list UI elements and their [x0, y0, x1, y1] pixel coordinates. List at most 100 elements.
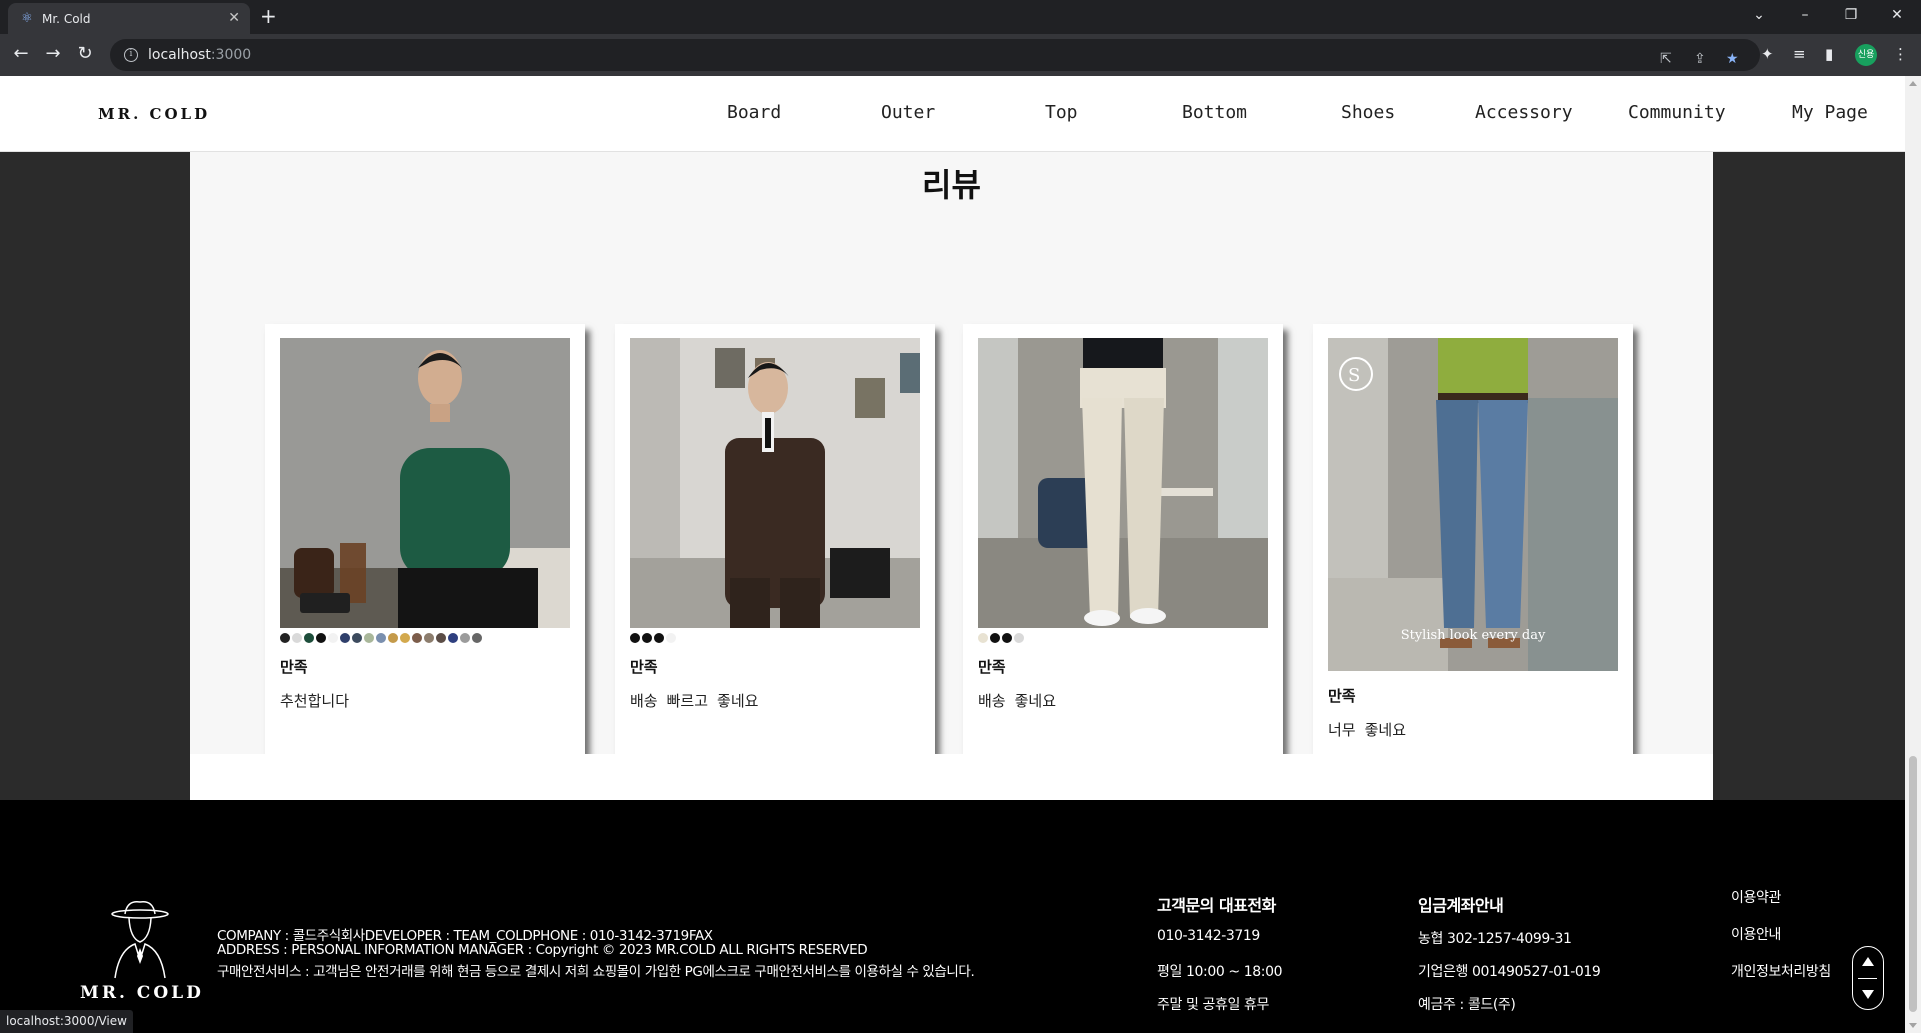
color-swatch	[376, 633, 386, 643]
review-comment: 배송 좋네요	[978, 692, 1057, 710]
color-swatch	[304, 633, 314, 643]
phone-title: 고객문의 대표전화	[1157, 896, 1276, 915]
new-tab-icon[interactable]: +	[260, 6, 277, 26]
reviews-section: 리뷰 만족 추천합니다 만족 배송 빠르고 좋네요 만족 배송 좋네요 S St…	[190, 152, 1713, 799]
scrollbar-down-arrow-icon[interactable]	[1909, 1023, 1917, 1028]
color-swatch	[352, 633, 362, 643]
privacy-policy-link[interactable]: 개인정보처리방침	[1731, 961, 1831, 981]
side-panel-icon[interactable]: ▮	[1825, 45, 1833, 63]
bank-account-1: 농협 302-1257-4099-31	[1418, 931, 1572, 947]
nav-top[interactable]: Top	[1045, 102, 1078, 123]
reload-icon[interactable]: ↻	[73, 44, 97, 64]
review-rating: 만족	[978, 658, 1006, 676]
bookmark-star-icon[interactable]: ★	[1726, 50, 1739, 68]
scroll-control-divider	[1858, 978, 1877, 979]
open-in-app-icon[interactable]: ⇱	[1660, 50, 1672, 68]
color-swatch	[990, 633, 1000, 643]
review-card[interactable]: 만족 배송 좋네요	[963, 324, 1283, 754]
color-swatches	[630, 633, 676, 643]
nav-accessory[interactable]: Accessory	[1475, 102, 1573, 123]
scroll-to-top-icon[interactable]	[1862, 957, 1874, 966]
review-rating: 만족	[280, 658, 308, 676]
review-photo[interactable]	[630, 338, 920, 628]
color-swatch	[424, 633, 434, 643]
reviews-title: 리뷰	[922, 166, 981, 204]
back-icon[interactable]: ←	[9, 44, 33, 64]
color-swatch	[448, 633, 458, 643]
color-swatch	[460, 633, 470, 643]
guide-link[interactable]: 이용안내	[1731, 924, 1781, 944]
scrollbar-up-arrow-icon[interactable]	[1909, 81, 1917, 86]
site-logo[interactable]: MR. COLD	[98, 105, 210, 123]
nav-outer[interactable]: Outer	[881, 102, 935, 123]
address-bar[interactable]: i localhost:3000 ⇱ ⇪ ★	[110, 39, 1760, 71]
review-card[interactable]: 만족 배송 빠르고 좋네요	[615, 324, 935, 754]
browser-tab[interactable]: ⚛ Mr. Cold ✕	[8, 3, 250, 34]
minimize-icon[interactable]: –	[1782, 0, 1828, 30]
svg-text:S: S	[1348, 365, 1360, 386]
close-tab-icon[interactable]: ✕	[228, 11, 240, 25]
color-swatch	[630, 633, 640, 643]
nav-board[interactable]: Board	[727, 102, 781, 123]
scroll-to-bottom-icon[interactable]	[1862, 990, 1874, 999]
color-swatch	[654, 633, 664, 643]
page-scrollbar[interactable]	[1905, 76, 1921, 1033]
review-photo[interactable]: S Stylish look every day	[1328, 338, 1618, 671]
color-swatches	[978, 633, 1024, 643]
account-holder: 예금주 : 콜드(주)	[1418, 997, 1516, 1013]
color-swatch	[1002, 633, 1012, 643]
extensions-icon[interactable]: ✦	[1761, 45, 1774, 63]
restore-icon[interactable]: ❐	[1828, 0, 1874, 30]
color-swatch	[472, 633, 482, 643]
escrow-info: 구매안전서비스 : 고객님은 안전거래를 위해 현금 등으로 결제시 저희 쇼핑…	[217, 964, 975, 980]
color-swatch	[340, 633, 350, 643]
review-comment: 추천합니다	[280, 692, 350, 710]
closed-days: 주말 및 공휴일 휴무	[1157, 997, 1269, 1013]
scrollbar-thumb[interactable]	[1909, 756, 1917, 1012]
color-swatch	[292, 633, 302, 643]
color-swatch	[412, 633, 422, 643]
content-bottom-strip	[190, 754, 1713, 800]
company-info: COMPANY : 콜드주식회사DEVELOPER : TEAM_COLDPHO…	[217, 928, 713, 944]
business-hours: 평일 10:00 ~ 18:00	[1157, 964, 1283, 980]
menu-icon[interactable]: ⋮	[1893, 45, 1908, 63]
nav-community[interactable]: Community	[1628, 102, 1726, 123]
review-rating: 만족	[630, 658, 658, 676]
profile-avatar[interactable]: 신용	[1855, 44, 1877, 66]
color-swatch	[280, 633, 290, 643]
nav-my-page[interactable]: My Page	[1792, 102, 1868, 123]
media-icon[interactable]: ≡	[1793, 45, 1806, 63]
site-info-icon[interactable]: i	[124, 48, 138, 62]
react-icon: ⚛	[21, 10, 33, 26]
review-comment: 배송 빠르고 좋네요	[630, 692, 759, 710]
nav-shoes[interactable]: Shoes	[1341, 102, 1395, 123]
forward-icon[interactable]: →	[41, 44, 65, 64]
color-swatch	[1014, 633, 1024, 643]
scroll-up-down-control	[1852, 946, 1884, 1010]
nav-bottom[interactable]: Bottom	[1182, 102, 1247, 123]
footer-logo[interactable]: MR. COLD	[80, 983, 204, 1003]
review-comment: 너무 좋네요	[1328, 721, 1407, 739]
link-status-bar: localhost:3000/View	[0, 1010, 133, 1033]
photo-caption: Stylish look every day	[1400, 628, 1546, 643]
tab-title: Mr. Cold	[42, 11, 91, 26]
review-card[interactable]: S Stylish look every day 만족 너무 좋네요	[1313, 324, 1633, 754]
review-rating: 만족	[1328, 687, 1356, 705]
color-swatch	[978, 633, 988, 643]
color-swatch	[388, 633, 398, 643]
site-footer: MR. COLD COMPANY : 콜드주식회사DEVELOPER : TEA…	[0, 800, 1905, 1033]
review-photo[interactable]	[978, 338, 1268, 628]
review-photo[interactable]	[280, 338, 570, 628]
browser-tab-strip: ⚛ Mr. Cold ✕ + ⌄ – ❐ ✕	[0, 0, 1921, 34]
terms-link[interactable]: 이용약관	[1731, 887, 1781, 907]
url-port: :3000	[210, 47, 252, 63]
share-icon[interactable]: ⇪	[1694, 50, 1706, 68]
close-window-icon[interactable]: ✕	[1874, 0, 1920, 30]
review-card[interactable]: 만족 추천합니다	[265, 324, 585, 754]
address-info: ADDRESS : PERSONAL INFORMATION MANAGER :…	[217, 942, 868, 958]
url-host: localhost	[148, 47, 211, 63]
page-viewport: 리뷰 만족 추천합니다 만족 배송 빠르고 좋네요 만족 배송 좋네요 S St…	[0, 76, 1905, 1033]
bank-title: 입금계좌안내	[1418, 896, 1504, 915]
color-swatch	[328, 633, 338, 643]
tab-search-icon[interactable]: ⌄	[1736, 0, 1782, 30]
